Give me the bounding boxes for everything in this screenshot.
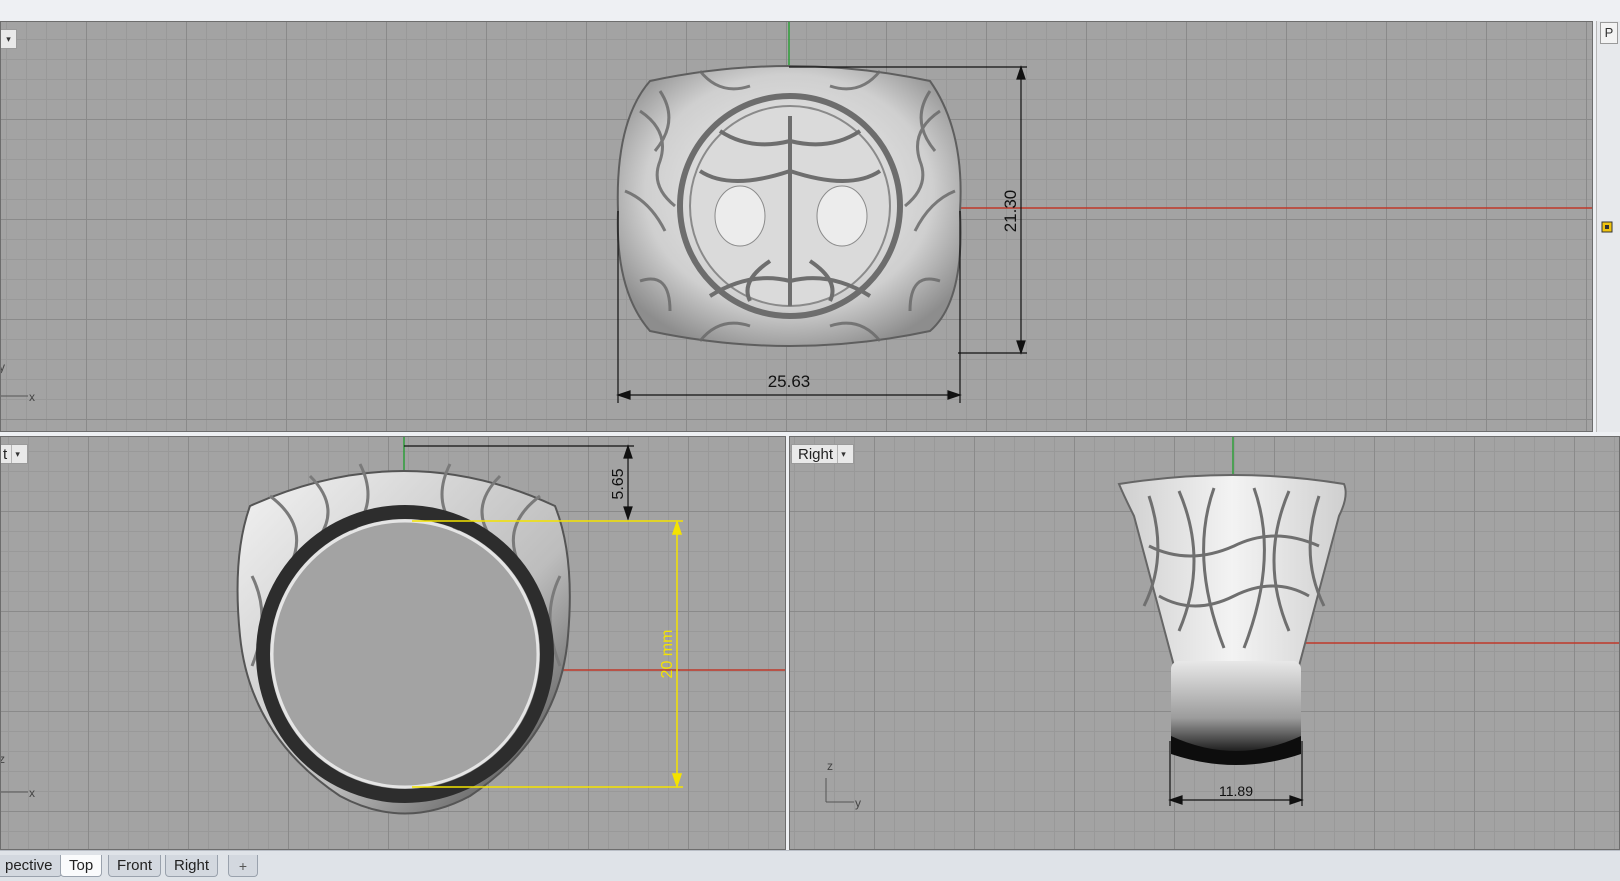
viewport-front-canvas: 5.65 20 mm z x bbox=[0, 436, 786, 815]
viewport-top-canvas: 21.30 25.63 y x bbox=[0, 21, 1593, 404]
ring-top-model[interactable] bbox=[616, 65, 962, 347]
axis-gizmo-right-y: y bbox=[855, 796, 861, 810]
dim-top-width-label: 25.63 bbox=[768, 372, 811, 391]
tab-top[interactable]: Top bbox=[60, 855, 103, 877]
layer-icon[interactable] bbox=[1600, 220, 1614, 234]
dim-front-head-label: 5.65 bbox=[610, 468, 627, 499]
axis-gizmo-right-z: z bbox=[827, 759, 833, 773]
tab-perspective[interactable]: pective bbox=[0, 855, 62, 877]
viewport-front[interactable]: t ▾ 5.65 20 mm z x bbox=[0, 436, 786, 850]
axis-gizmo-front: z x bbox=[0, 752, 35, 800]
axis-gizmo-front-x: x bbox=[29, 786, 35, 800]
tab-right[interactable]: Right bbox=[165, 855, 219, 877]
tab-front[interactable]: Front bbox=[108, 855, 162, 877]
axis-gizmo-top-y: y bbox=[0, 360, 5, 374]
title-strip bbox=[0, 0, 1620, 14]
dim-front-diameter-label: 20 mm bbox=[659, 630, 676, 679]
side-panel-tab[interactable]: P bbox=[1600, 22, 1618, 44]
ring-front-model[interactable] bbox=[236, 463, 571, 815]
axis-gizmo-top: y x bbox=[0, 360, 35, 404]
axis-gizmo-front-z: z bbox=[0, 752, 5, 766]
viewport-right-canvas: 11.89 z y bbox=[825, 436, 1620, 810]
viewport-tab-bar: pective Top Front Right + bbox=[0, 850, 1620, 881]
axis-gizmo-top-x: x bbox=[29, 390, 35, 404]
dim-right-width-label: 11.89 bbox=[1219, 783, 1253, 799]
axis-gizmo-right: z y bbox=[825, 759, 861, 810]
viewport-right[interactable]: Right ▾ 11.89 z y bbox=[789, 436, 1620, 850]
dim-top-height-label: 21.30 bbox=[1001, 190, 1020, 233]
add-viewport-tab-button[interactable]: + bbox=[228, 855, 258, 877]
viewport-top[interactable]: ▾ 21.30 25.63 y x bbox=[0, 21, 1593, 432]
ring-right-model[interactable] bbox=[1117, 474, 1347, 765]
